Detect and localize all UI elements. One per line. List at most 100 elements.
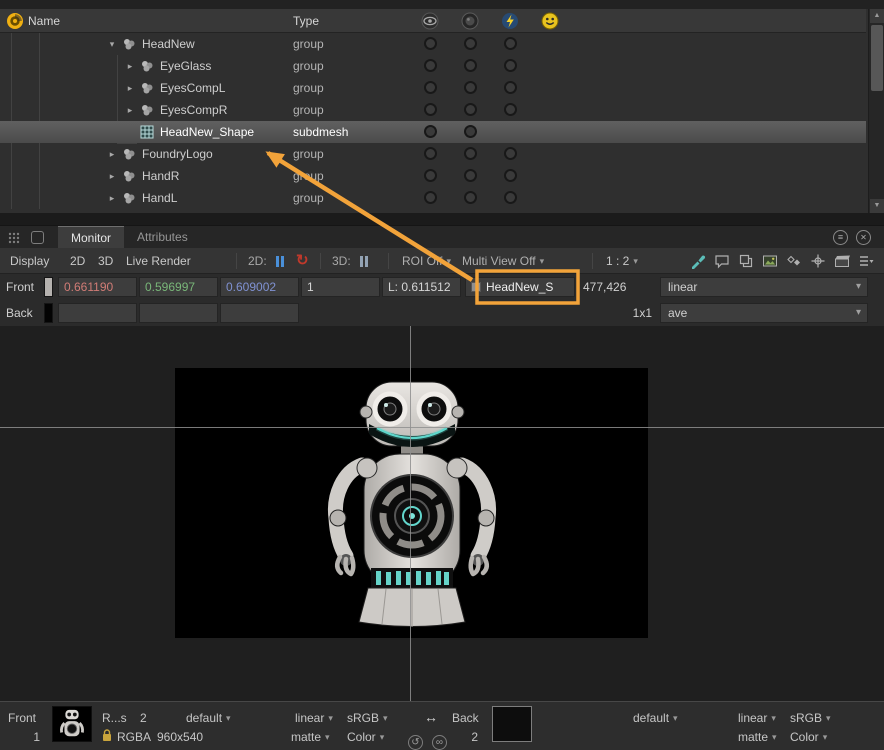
foundry-logo-icon[interactable] xyxy=(6,12,24,30)
front-filter-dropdown[interactable]: linear xyxy=(660,277,868,297)
back-colorspace-dropdown[interactable]: linear xyxy=(738,711,776,726)
expand-arrow-icon[interactable] xyxy=(124,99,136,121)
zoom-ratio-dropdown[interactable]: 1 : 2 xyxy=(606,248,638,274)
live-toggle[interactable] xyxy=(504,147,517,160)
front-lut-dropdown[interactable]: default xyxy=(186,711,231,726)
visibility-toggle[interactable] xyxy=(424,125,437,138)
red-value-field[interactable]: 0.661190 xyxy=(58,277,137,297)
row-label[interactable]: HandL xyxy=(142,187,177,209)
front-display-dropdown[interactable]: sRGB xyxy=(347,711,388,726)
scenegraph-row[interactable]: EyeGlass group xyxy=(0,55,866,77)
scenegraph-scrollbar[interactable]: ▲ ▼ xyxy=(868,9,884,213)
back-lut-dropdown[interactable]: default xyxy=(633,711,678,726)
live-toggle[interactable] xyxy=(504,59,517,72)
live-render-menu[interactable]: Live Render xyxy=(126,248,191,274)
smiley-icon[interactable] xyxy=(541,12,559,30)
render-toggle[interactable] xyxy=(464,81,477,94)
column-header-name[interactable]: Name xyxy=(28,9,60,33)
front-color-dropdown[interactable]: Color xyxy=(347,730,384,745)
expand-arrow-icon[interactable] xyxy=(106,165,118,187)
row-label[interactable]: HandR xyxy=(142,165,179,187)
pan-target-icon[interactable] xyxy=(810,253,826,269)
live-toggle[interactable] xyxy=(504,191,517,204)
eyedropper-icon[interactable] xyxy=(690,253,706,269)
front-buffer-thumbnail[interactable] xyxy=(52,706,92,742)
scrollbar-thumb[interactable] xyxy=(871,25,883,91)
row-label[interactable]: EyesCompL xyxy=(160,77,225,99)
reset-icon[interactable]: ↺ xyxy=(408,735,423,750)
back-filter-dropdown[interactable]: ave xyxy=(660,303,868,323)
link-buffers-icon[interactable]: ∞ xyxy=(432,735,447,750)
3d-button[interactable]: 3D xyxy=(98,248,113,274)
back-red-field[interactable] xyxy=(58,303,137,323)
compare-diamonds-icon[interactable] xyxy=(786,253,802,269)
scrollbar-down-button[interactable]: ▼ xyxy=(870,199,884,213)
scenegraph-row[interactable]: HandL group xyxy=(0,187,866,209)
duplicate-icon[interactable] xyxy=(738,253,754,269)
row-label[interactable]: FoundryLogo xyxy=(142,143,213,165)
roi-dropdown[interactable]: ROI Off xyxy=(402,248,451,274)
panel-menu-icon[interactable] xyxy=(833,230,848,245)
drag-handle-icon[interactable] xyxy=(7,231,21,245)
back-display-dropdown[interactable]: sRGB xyxy=(790,711,831,726)
lock-icon[interactable] xyxy=(102,729,112,742)
close-panel-icon[interactable] xyxy=(856,230,871,245)
expand-arrow-icon[interactable] xyxy=(124,77,136,99)
visibility-toggle[interactable] xyxy=(424,37,437,50)
image-icon[interactable] xyxy=(762,253,778,269)
render-toggle[interactable] xyxy=(464,59,477,72)
scenegraph-row[interactable]: FoundryLogo group xyxy=(0,143,866,165)
visibility-toggle[interactable] xyxy=(424,81,437,94)
row-label[interactable]: EyeGlass xyxy=(160,55,211,77)
monitor-menu-icon[interactable] xyxy=(858,253,874,269)
scenegraph-row[interactable]: HeadNew group xyxy=(0,33,866,55)
monitor-viewport[interactable] xyxy=(0,326,884,701)
clapperboard-icon[interactable] xyxy=(834,253,850,269)
display-menu[interactable]: Display xyxy=(10,248,49,274)
live-toggle[interactable] xyxy=(504,169,517,182)
tab-attributes[interactable]: Attributes xyxy=(124,226,201,249)
render-toggle[interactable] xyxy=(464,37,477,50)
visibility-eye-icon[interactable] xyxy=(421,12,439,30)
front-colorspace-dropdown[interactable]: linear xyxy=(295,711,333,726)
live-toggle[interactable] xyxy=(504,81,517,94)
multi-view-dropdown[interactable]: Multi View Off xyxy=(462,248,544,274)
tab-monitor[interactable]: Monitor xyxy=(58,226,124,249)
back-color-dropdown[interactable]: Color xyxy=(790,730,827,745)
rendered-image[interactable] xyxy=(175,368,648,638)
back-blue-field[interactable] xyxy=(220,303,299,323)
row-label[interactable]: HeadNew xyxy=(142,33,195,55)
refresh-loop-icon[interactable]: ↻ xyxy=(296,248,309,274)
visibility-toggle[interactable] xyxy=(424,59,437,72)
green-value-field[interactable]: 0.596997 xyxy=(139,277,218,297)
render-toggle[interactable] xyxy=(464,169,477,182)
expand-arrow-icon[interactable] xyxy=(106,187,118,209)
panel-icon[interactable] xyxy=(31,231,44,244)
row-label[interactable]: HeadNew_Shape xyxy=(160,121,254,143)
pause-3d-icon[interactable] xyxy=(360,256,368,267)
live-render-lightning-icon[interactable] xyxy=(501,12,519,30)
front-layer-name[interactable]: R...s xyxy=(102,711,127,726)
scenegraph-row[interactable]: EyesCompR group xyxy=(0,99,866,121)
front-matte-dropdown[interactable]: matte xyxy=(291,730,330,745)
probe-location-field[interactable]: HeadNew_S xyxy=(465,277,575,297)
render-toggle[interactable] xyxy=(464,103,477,116)
pause-2d-icon[interactable] xyxy=(276,256,284,267)
expand-arrow-icon[interactable] xyxy=(106,143,118,165)
scenegraph-row[interactable]: EyesCompL group xyxy=(0,77,866,99)
2d-button[interactable]: 2D xyxy=(70,248,85,274)
back-buffer-thumbnail[interactable] xyxy=(492,706,532,742)
scenegraph-row[interactable]: HandR group xyxy=(0,165,866,187)
renderable-icon[interactable] xyxy=(461,12,479,30)
visibility-toggle[interactable] xyxy=(424,191,437,204)
render-toggle[interactable] xyxy=(464,147,477,160)
render-toggle[interactable] xyxy=(464,191,477,204)
scrollbar-up-button[interactable]: ▲ xyxy=(870,9,884,23)
speech-bubble-icon[interactable] xyxy=(714,253,730,269)
blue-value-field[interactable]: 0.609002 xyxy=(220,277,299,297)
alpha-value-field[interactable]: 1 xyxy=(301,277,380,297)
visibility-toggle[interactable] xyxy=(424,169,437,182)
scenegraph-row-selected[interactable]: HeadNew_Shape subdmesh xyxy=(0,121,866,143)
luminance-field[interactable]: L: 0.611512 xyxy=(382,277,461,297)
live-toggle[interactable] xyxy=(504,37,517,50)
